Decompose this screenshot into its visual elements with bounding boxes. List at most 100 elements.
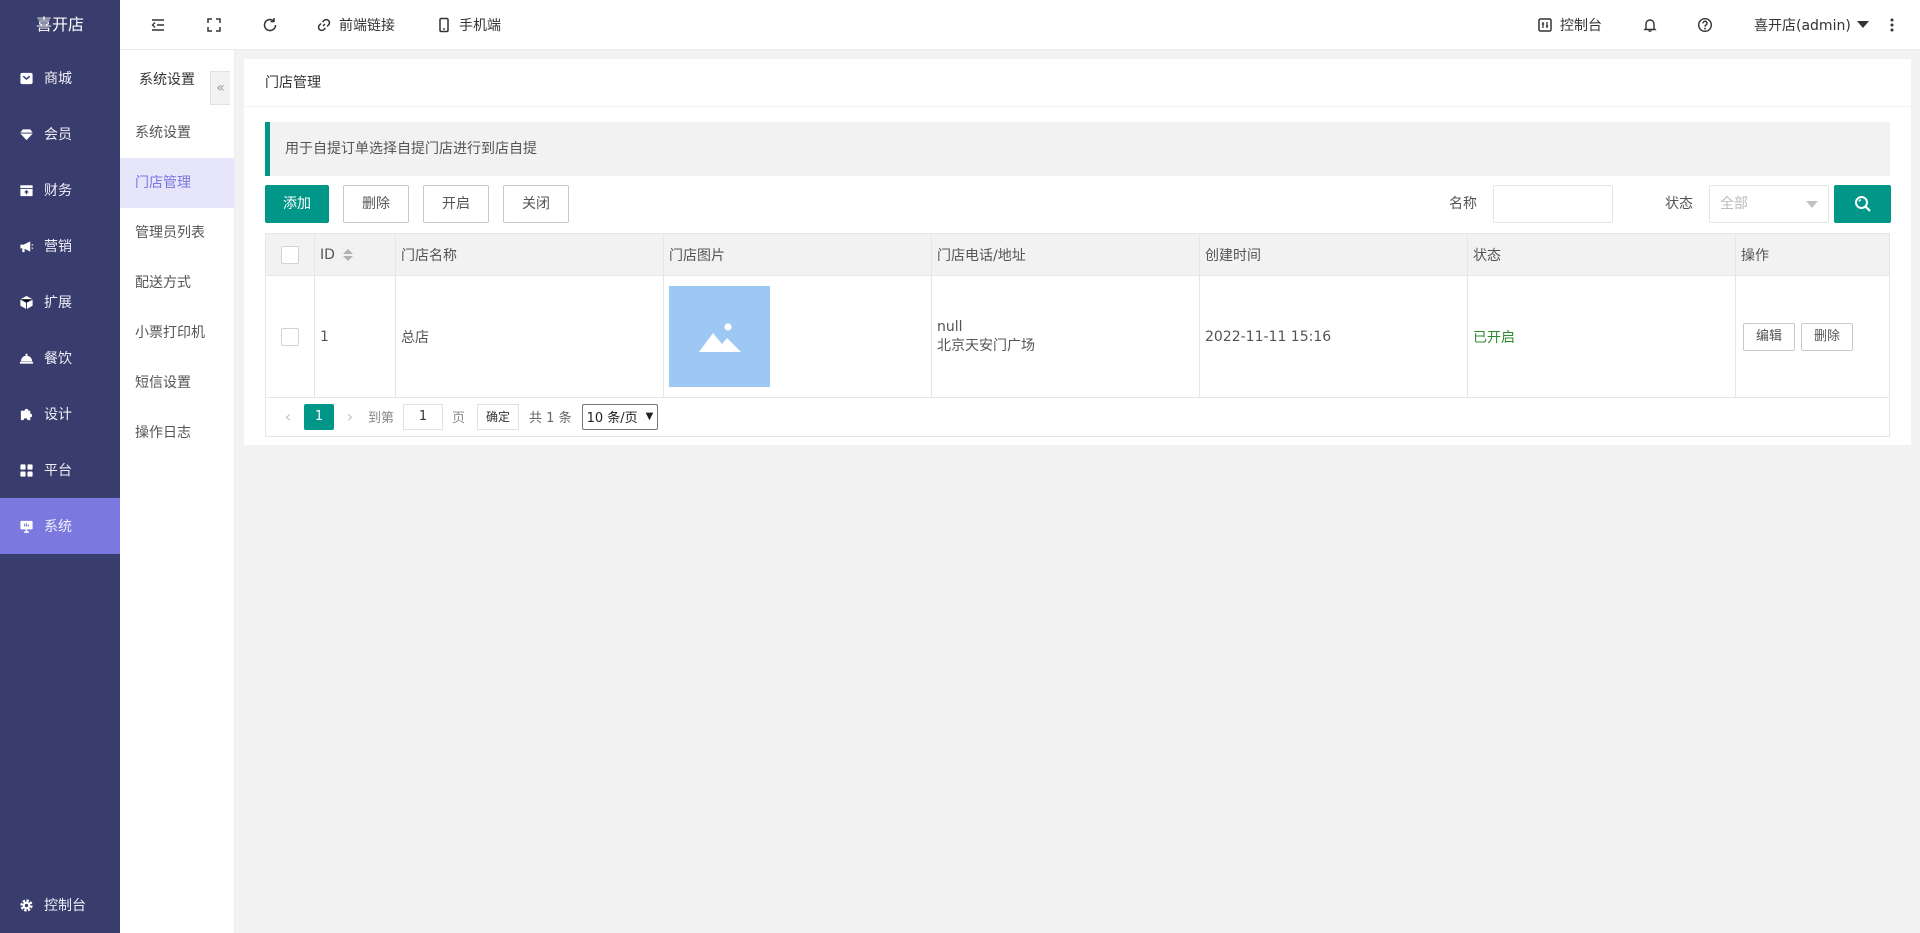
sidebar-item-platform[interactable]: 平台 (0, 442, 120, 498)
goto-confirm-button[interactable]: 确定 (477, 403, 520, 430)
sidebar-item-design[interactable]: 设计 (0, 386, 120, 442)
sidebar-item-label: 控制台 (44, 898, 86, 914)
goto-page-input[interactable]: 1 (403, 403, 444, 430)
edit-button[interactable]: 编辑 (1743, 322, 1796, 351)
prev-page-icon[interactable]: ‹ (276, 404, 300, 430)
subnav-item-delivery[interactable]: 配送方式 (120, 258, 234, 308)
header-phone-address: 门店电话/地址 (932, 234, 1200, 275)
table-header: ID 门店名称 门店图片 门店电话/地址 创建时间 状态 操作 (266, 234, 1889, 276)
image-placeholder-icon (698, 322, 741, 352)
cell-actions: 编辑 删除 (1736, 276, 1889, 397)
cell-status: 已开启 (1468, 276, 1736, 397)
store-image-placeholder[interactable] (669, 286, 770, 387)
monitor-icon (20, 520, 33, 533)
more-button[interactable] (1890, 0, 1894, 50)
cell-id: 1 (315, 276, 396, 397)
refresh-button[interactable] (262, 0, 278, 50)
next-page-icon[interactable]: › (338, 404, 362, 430)
sidebar-item-marketing[interactable]: 营销 (0, 218, 120, 274)
brand-logo[interactable]: 喜开店 (0, 0, 120, 50)
user-menu[interactable]: 喜开店(admin) (1754, 0, 1869, 50)
diamond-icon (19, 128, 34, 140)
notice-banner: 用于自提订单选择自提门店进行到店自提 (265, 122, 1890, 176)
finance-icon (20, 184, 33, 196)
page-size-select[interactable]: 10 条/页 ▼ (581, 403, 659, 430)
cell-created-time: 2022-11-11 15:16 (1200, 276, 1468, 397)
user-name: 喜开店(admin) (1754, 18, 1851, 34)
row-delete-button[interactable]: 删除 (1801, 322, 1854, 351)
sort-icon[interactable] (342, 248, 353, 261)
help-button[interactable] (1697, 0, 1713, 50)
console-label: 控制台 (1560, 18, 1602, 34)
store-phone: null (937, 318, 963, 335)
search-button[interactable] (1834, 185, 1891, 223)
collapse-subnav-button[interactable]: « (210, 71, 230, 105)
status-filter-select[interactable]: 全部 (1709, 185, 1829, 223)
status-filter-label: 状态 (1665, 196, 1693, 212)
top-bar: 前端链接 手机端 控制台 喜开店(admin) (120, 0, 1920, 50)
sidebar-item-label: 餐饮 (44, 351, 72, 367)
help-icon (1697, 17, 1713, 33)
search-icon (1854, 196, 1871, 212)
catering-icon (19, 353, 34, 364)
header-store-image: 门店图片 (664, 234, 932, 275)
bell-icon (1643, 19, 1657, 32)
puzzle-icon (20, 408, 33, 420)
dashboard-icon (1538, 18, 1552, 32)
sidebar-item-label: 会员 (44, 127, 72, 143)
goto-prefix: 到第 (368, 411, 395, 426)
link-icon (317, 18, 331, 32)
menu-fold-icon (151, 19, 164, 31)
toggle-menu-button[interactable] (150, 0, 166, 50)
sidebar-item-label: 系统 (44, 519, 72, 535)
name-filter-input[interactable] (1493, 185, 1613, 223)
row-checkbox[interactable] (281, 327, 299, 346)
subnav-item-system-settings[interactable]: 系统设置 (120, 108, 234, 158)
subnav-item-receipt-printer[interactable]: 小票打印机 (120, 308, 234, 358)
close-button[interactable]: 关闭 (503, 185, 569, 223)
header-id-label: ID (320, 246, 335, 263)
store-table: ID 门店名称 门店图片 门店电话/地址 创建时间 状态 操作 1 总店 nul… (265, 233, 1890, 398)
sidebar-item-catering[interactable]: 餐饮 (0, 330, 120, 386)
shop-icon (20, 72, 33, 84)
sidebar-item-console[interactable]: 控制台 (0, 877, 120, 933)
notification-button[interactable] (1642, 0, 1658, 50)
subnav-title-text: 系统设置 (139, 72, 195, 88)
add-button[interactable]: 添加 (265, 185, 329, 223)
frontend-link-button[interactable]: 前端链接 (316, 0, 395, 50)
sidebar-item-extension[interactable]: 扩展 (0, 274, 120, 330)
console-button[interactable]: 控制台 (1537, 0, 1602, 50)
header-actions: 操作 (1741, 247, 1769, 264)
header-created-time: 创建时间 (1200, 234, 1468, 275)
cell-store-image (664, 276, 932, 397)
current-page[interactable]: 1 (304, 403, 334, 430)
sidebar-item-finance[interactable]: 财务 (0, 162, 120, 218)
mobile-label: 手机端 (459, 18, 501, 34)
sidebar-item-label: 设计 (44, 407, 72, 423)
store-address: 北京天安门广场 (937, 337, 1035, 354)
name-filter-label: 名称 (1449, 196, 1477, 212)
subnav-item-store-management[interactable]: 门店管理 (120, 158, 234, 208)
goto-suffix: 页 (452, 411, 466, 426)
gear-icon (20, 898, 33, 912)
mobile-icon (439, 17, 449, 33)
main-sidebar: 喜开店 商城 会员 财务 营销 扩展 餐饮 设计 平台 系统 控制台 (0, 0, 120, 933)
sidebar-item-shop[interactable]: 商城 (0, 50, 120, 106)
subnav-item-admin-list[interactable]: 管理员列表 (120, 208, 234, 258)
sidebar-item-member[interactable]: 会员 (0, 106, 120, 162)
chevron-down-icon: ▼ (645, 411, 654, 422)
header-id[interactable]: ID (315, 234, 396, 275)
select-all-checkbox[interactable] (281, 245, 299, 264)
sub-navigation: 系统设置 « 系统设置 门店管理 管理员列表 配送方式 小票打印机 短信设置 操… (120, 50, 235, 933)
mobile-button[interactable]: 手机端 (436, 0, 501, 50)
sidebar-item-system[interactable]: 系统 (0, 498, 120, 554)
fullscreen-icon (207, 18, 221, 32)
subnav-item-sms-settings[interactable]: 短信设置 (120, 358, 234, 408)
fullscreen-button[interactable] (206, 0, 222, 50)
subnav-item-operation-log[interactable]: 操作日志 (120, 408, 234, 458)
page-size-value: 10 条/页 (586, 411, 638, 426)
header-store-name: 门店名称 (396, 234, 664, 275)
delete-button[interactable]: 删除 (343, 185, 409, 223)
open-button[interactable]: 开启 (423, 185, 489, 223)
row-checkbox-cell (266, 276, 315, 397)
